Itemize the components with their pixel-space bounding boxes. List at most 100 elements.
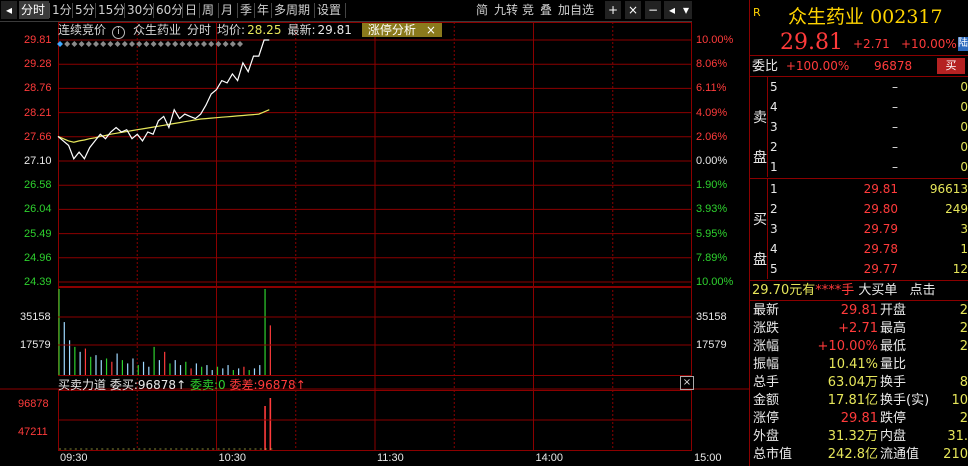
stat-value-2: 10 [951,393,968,408]
toolbar-action-2[interactable]: 竞 [520,1,536,19]
toolbar-action-4[interactable]: 加自选 [556,1,596,19]
dropdown-arrow-icon[interactable]: ▾ [680,1,692,19]
level-volume: 3 [960,222,968,236]
stat-label-2: 跌停 [880,411,907,426]
period-tab-5[interactable]: 60分 [154,1,183,19]
stat-label-2: 内盘 [880,429,907,444]
pct-axis-label: 4.09% [696,106,728,119]
ask-level[interactable]: 1 – 0 [768,158,968,176]
order-ratio-value: +100.00% [785,59,850,73]
stat-value: 242.8亿 [827,447,878,462]
stat-value-2: 210 [943,447,968,462]
stat-value-2: 2 [959,303,968,318]
level-price: 29.77 [863,262,898,276]
force-panel-header: 买卖力道 委买:96878↑ 委卖:0 委差:96878↑ [58,376,306,393]
ask-level[interactable]: 4 – 0 [768,98,968,116]
time-axis-label: 15:00 [694,452,722,464]
auction-diamond [208,41,215,47]
ask-level[interactable]: 3 – 0 [768,118,968,136]
period-tab-2[interactable]: 5分 [73,1,95,19]
period-tab-1[interactable]: 1分 [50,1,72,19]
level-volume: 96613 [929,182,968,196]
toolbar-separator [345,3,346,18]
margin-badge: R [753,6,761,19]
stat-label: 总手 [753,375,780,390]
level-price: – [892,120,898,134]
auction-diamond [193,41,200,47]
info-icon[interactable]: i [112,26,126,39]
level-index: 3 [770,222,778,236]
period-tab-12[interactable]: 设置 [315,1,345,19]
stat-value: 63.04万 [827,375,878,390]
stat-row: 涨跌 +2.71 最高 2 [750,320,968,338]
stat-value-2: 2 [959,411,968,426]
prev-arrow-icon[interactable]: ◂ [664,1,680,19]
period-tab-4[interactable]: 30分 [125,1,154,19]
stat-label-2: 开盘 [880,303,907,318]
pct-axis-label: 8.06% [696,58,728,71]
toolbar-action-0[interactable]: 简 [474,1,490,19]
quick-buy-button[interactable]: 买 [937,58,965,74]
level-price: – [892,160,898,174]
tag-close-icon[interactable]: × [426,23,436,37]
stat-label-2: 最低 [880,339,907,354]
pct-axis-label: 0.00% [696,155,728,167]
ask-level[interactable]: 5 – 0 [768,78,968,96]
auction-diamond [157,41,164,47]
bid-level[interactable]: 3 29.79 3 [768,220,968,238]
price-axis-label: 24.39 [24,276,52,288]
stat-label: 总市值 [753,447,793,462]
pct-axis-label: 10.00% [696,34,734,46]
add-window-icon[interactable]: + [605,1,621,19]
ask-level[interactable]: 2 – 0 [768,138,968,156]
bid-level[interactable]: 1 29.81 96613 [768,180,968,198]
period-toolbar: ◂ 分时 1分 5分 15分 30分 60分日周月季年多周期 设置 简九转竞叠加自选 + ×… [0,0,692,22]
stock-title: 众生药业 002317 [788,2,943,29]
bid-level[interactable]: 4 29.78 1 [768,240,968,258]
big-order-stars: ****手 [815,283,855,298]
pct-axis-label: 6.11% [696,82,727,95]
stock-title-code: 002317 [870,6,943,28]
stat-value: 29.81 [840,303,878,318]
pct-axis-label: 5.95% [696,227,728,240]
price-axis-label: 27.10 [24,155,52,167]
collapse-left-icon[interactable]: ◂ [1,1,17,19]
quote-panel: R 众生药业 002317 29.81 +2.71 +10.00% 陆 委比 +… [749,0,968,466]
auction-diamond [222,41,229,47]
period-tab-8[interactable]: 月 [219,1,237,19]
toolbar-action-1[interactable]: 九转 [492,1,518,19]
toolbar-action-3[interactable]: 叠 [538,1,554,19]
period-tab-9[interactable]: 季 [238,1,254,19]
volume-axis-label: 17579 [20,339,51,351]
avg-value: 28.25 [247,23,282,37]
bid-level[interactable]: 2 29.80 249 [768,200,968,218]
minimize-window-icon[interactable]: − [645,1,661,19]
pct-axis-label: 10.00% [696,276,734,288]
latest-label: 最新: [287,23,316,37]
auction-diamond [201,41,207,47]
period-tab-0[interactable]: 分时 [19,1,49,19]
auction-diamond [229,41,236,47]
level-volume: 0 [960,80,968,94]
limit-up-analysis-tag[interactable]: 涨停分析 × [361,23,442,37]
period-tab-7[interactable]: 周 [200,1,218,19]
bid-level[interactable]: 5 29.77 12 [768,260,968,278]
intraday-chart[interactable] [0,22,749,466]
force-axis-label: 96878 [18,398,49,410]
stat-value: 29.81 [840,411,878,426]
period-tab-3[interactable]: 15分 [96,1,125,19]
stat-row: 最新 29.81 开盘 2 [750,302,968,320]
period-tab-10[interactable]: 年 [255,1,271,19]
force-panel-close-icon[interactable]: × [680,376,694,390]
level-price: 29.78 [863,242,898,256]
pct-axis-label: 2.06% [696,130,728,143]
time-axis-label: 11:30 [377,452,404,464]
force-title: 买卖力道 [58,378,107,392]
period-tab-11[interactable]: 多周期 [272,1,314,19]
close-window-icon[interactable]: × [625,1,641,19]
auction-diamond [237,41,243,47]
big-order-row[interactable]: 29.70元有****手 大买单 点击 [752,282,936,300]
force-sell-value: 0 [218,378,226,392]
period-tab-6[interactable]: 日 [183,1,199,19]
auction-diamond [129,41,135,47]
